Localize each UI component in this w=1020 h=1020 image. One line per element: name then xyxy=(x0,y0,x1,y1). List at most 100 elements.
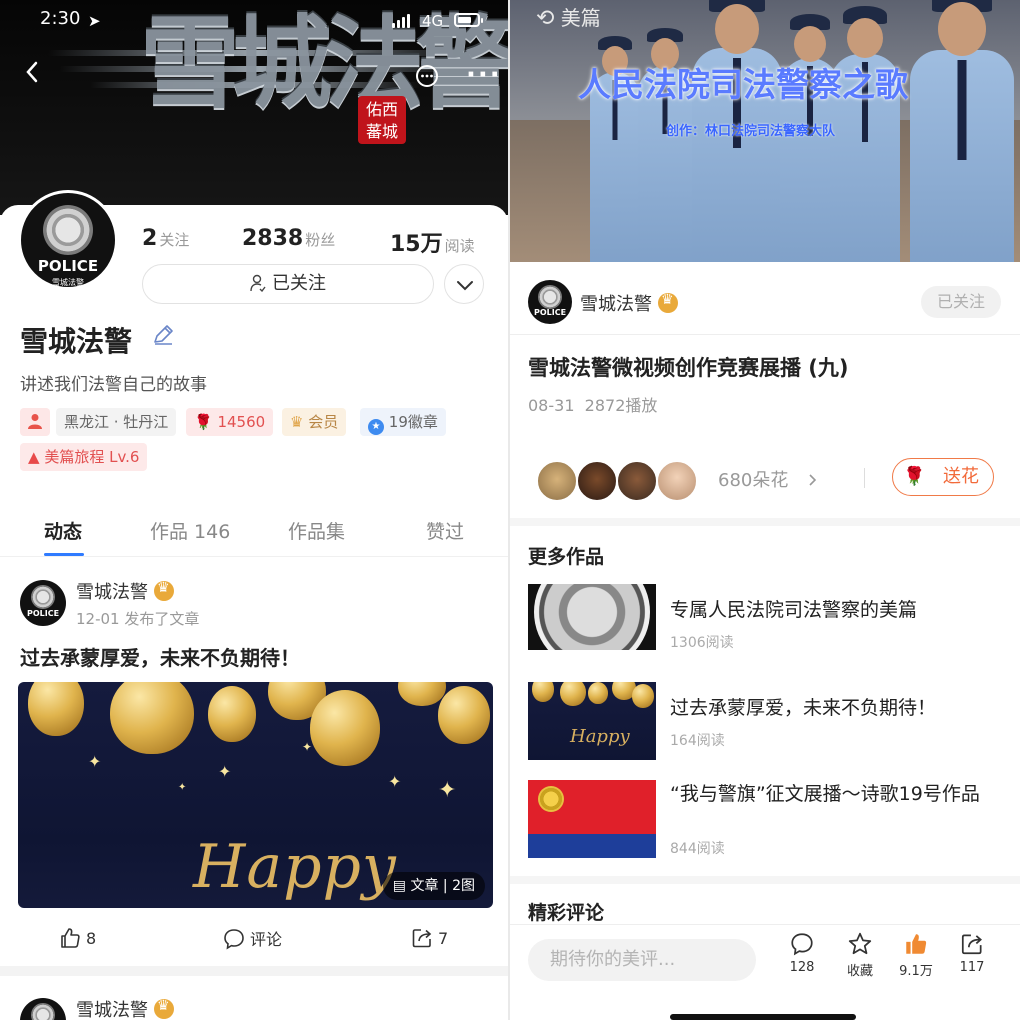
comment-input[interactable]: 期待你的美评... xyxy=(528,939,756,981)
work-thumb[interactable] xyxy=(528,584,656,662)
rose-icon: 🌹 xyxy=(194,413,213,431)
member-tag[interactable]: ♛ 会员 xyxy=(282,408,347,436)
bottom-action-bar: 期待你的美评... 128 收藏 9.1万 117 xyxy=(510,924,1020,1020)
status-time: 2:30 xyxy=(40,8,81,29)
feed-author-next[interactable]: 雪城法警 xyxy=(76,996,174,1020)
article-meta: 08-31 2872播放 xyxy=(528,396,658,415)
more-icon[interactable]: ··· xyxy=(466,60,502,90)
feed-meta: 12-01 发布了文章 xyxy=(76,610,200,628)
more-works-heading: 更多作品 xyxy=(528,546,605,568)
message-icon[interactable] xyxy=(414,64,440,97)
article-type-badge: ▤ 文章 | 2图 xyxy=(382,872,485,900)
flower-giver-avatar[interactable] xyxy=(616,460,658,502)
divider xyxy=(864,468,865,488)
vip-crown-icon xyxy=(658,292,678,313)
person-icon xyxy=(28,414,42,429)
share-button[interactable]: 7 xyxy=(410,926,448,950)
avatar[interactable]: POLICE 雪城法警 xyxy=(18,190,118,290)
work-reads: 844阅读 xyxy=(670,841,725,857)
vip-crown-icon xyxy=(154,580,174,601)
profile-stats: 2 关注 2838 粉丝 15万 阅读 xyxy=(142,226,487,258)
flowers-tag[interactable]: 🌹 14560 xyxy=(186,408,274,436)
cake-icon: ▲ xyxy=(28,448,40,466)
feed-image[interactable]: ✦ ✦ ✦ ✦ ✦ ✦ Happy ▤ 文章 | 2图 xyxy=(18,682,493,908)
badges-tag[interactable]: ★ 19徽章 xyxy=(360,408,446,436)
crown-icon: ♛ xyxy=(290,413,304,431)
reads-stat[interactable]: 15万 阅读 xyxy=(390,226,475,258)
flower-count[interactable]: 680朵花 xyxy=(718,466,820,492)
work-thumb[interactable]: Happy xyxy=(528,682,656,760)
edit-icon[interactable] xyxy=(150,322,176,348)
flower-giver-avatar[interactable] xyxy=(536,460,578,502)
followed-button[interactable]: 已关注 xyxy=(921,286,1001,318)
work-thumb[interactable] xyxy=(528,780,656,858)
divider xyxy=(510,334,1020,335)
share-button[interactable]: 117 xyxy=(946,931,998,975)
profile-banner: 雪城法警 佑西 蕃城 xyxy=(0,0,508,215)
location-tag: 黑龙江 · 牡丹江 xyxy=(56,408,177,436)
share-icon xyxy=(412,929,432,948)
comment-button[interactable]: 评论 xyxy=(222,926,282,951)
article-screen: ⟲ 美篇 人民法院司法警察之歌 创作：林口法院司法警察大队 POLICE 雪城法… xyxy=(510,0,1020,1020)
article-title: 雪城法警微视频创作竞赛展播 (九) xyxy=(528,356,849,380)
video-watermark: ⟲ 美篇 xyxy=(536,6,601,31)
flower-giver-avatar[interactable] xyxy=(656,460,698,502)
network-label: 4G xyxy=(422,12,444,30)
thumbs-up-icon xyxy=(61,928,80,948)
badge-icon: ★ xyxy=(368,419,384,435)
divider xyxy=(510,876,1020,884)
banner-seal: 佑西 蕃城 xyxy=(358,96,406,144)
thumbs-up-filled-icon xyxy=(906,934,927,954)
work-reads: 1306阅读 xyxy=(670,635,734,651)
chevron-right-icon xyxy=(809,474,817,486)
profile-tabs: 动态 作品 146 作品集 赞过 xyxy=(0,505,508,557)
following-stat[interactable]: 2 关注 xyxy=(142,226,189,251)
vip-crown-icon xyxy=(154,998,174,1019)
level-tag[interactable]: ▲ 美篇旅程 Lv.6 xyxy=(20,443,148,471)
work-title[interactable]: 专属人民法院司法警察的美篇 xyxy=(670,598,1000,622)
tab-collections[interactable]: 作品集 xyxy=(288,517,345,544)
like-button[interactable]: 8 xyxy=(58,926,96,950)
feed-avatar[interactable]: POLICE xyxy=(20,580,66,626)
expand-button[interactable] xyxy=(444,264,484,304)
divider xyxy=(510,518,1020,526)
back-button[interactable] xyxy=(24,60,40,91)
like-button[interactable]: 9.1万 xyxy=(890,931,942,979)
send-flower-button[interactable]: 🌹 送花 xyxy=(892,458,994,496)
profile-screen: 雪城法警 佑西 蕃城 2:30 ➤ 4G ··· POLICE 雪城法警 2 关注… xyxy=(0,0,508,1020)
home-indicator xyxy=(670,1014,856,1020)
video-title: 人民法院司法警察之歌 xyxy=(578,65,908,104)
comments-button[interactable]: 128 xyxy=(776,931,828,975)
article-icon: ▤ xyxy=(392,878,407,894)
active-tab-indicator xyxy=(44,553,84,556)
followed-button[interactable]: 已关注 xyxy=(142,264,434,304)
comment-icon xyxy=(791,933,813,956)
feed-avatar-next[interactable] xyxy=(20,998,66,1020)
tab-works[interactable]: 作品 146 xyxy=(150,517,230,544)
feed-author[interactable]: 雪城法警 xyxy=(76,578,174,604)
work-title[interactable]: “我与警旗”征文展播～诗歌19号作品 xyxy=(670,782,990,806)
banner-title: 雪城法警 xyxy=(140,4,508,122)
favorite-button[interactable]: 收藏 xyxy=(834,931,886,979)
comments-heading: 精彩评论 xyxy=(528,902,605,924)
author-avatar[interactable]: POLICE xyxy=(528,280,572,324)
feed-separator xyxy=(0,966,508,976)
fans-stat[interactable]: 2838 粉丝 xyxy=(242,226,335,251)
profile-bio: 讲述我们法警自己的故事 xyxy=(20,375,207,395)
profile-name: 雪城法警 xyxy=(20,325,133,358)
author-name[interactable]: 雪城法警 xyxy=(580,290,678,316)
location-arrow-icon: ➤ xyxy=(88,12,101,30)
flower-giver-avatar[interactable] xyxy=(576,460,618,502)
chevron-down-icon xyxy=(457,281,473,291)
feed-title[interactable]: 过去承蒙厚爱，未来不负期待！ xyxy=(20,642,300,671)
work-reads: 164阅读 xyxy=(670,733,725,749)
police-emblem-icon xyxy=(538,786,564,812)
video-subtitle: 创作：林口法院司法警察大队 xyxy=(666,124,836,139)
share-icon xyxy=(961,934,982,955)
tab-activity[interactable]: 动态 xyxy=(44,517,82,544)
gender-tag xyxy=(20,408,50,436)
work-title[interactable]: 过去承蒙厚爱，未来不负期待！ xyxy=(670,696,1000,720)
rose-icon: 🌹 xyxy=(903,466,926,487)
tab-liked[interactable]: 赞过 xyxy=(426,517,464,544)
video-player[interactable]: ⟲ 美篇 人民法院司法警察之歌 创作：林口法院司法警察大队 xyxy=(510,0,1020,262)
